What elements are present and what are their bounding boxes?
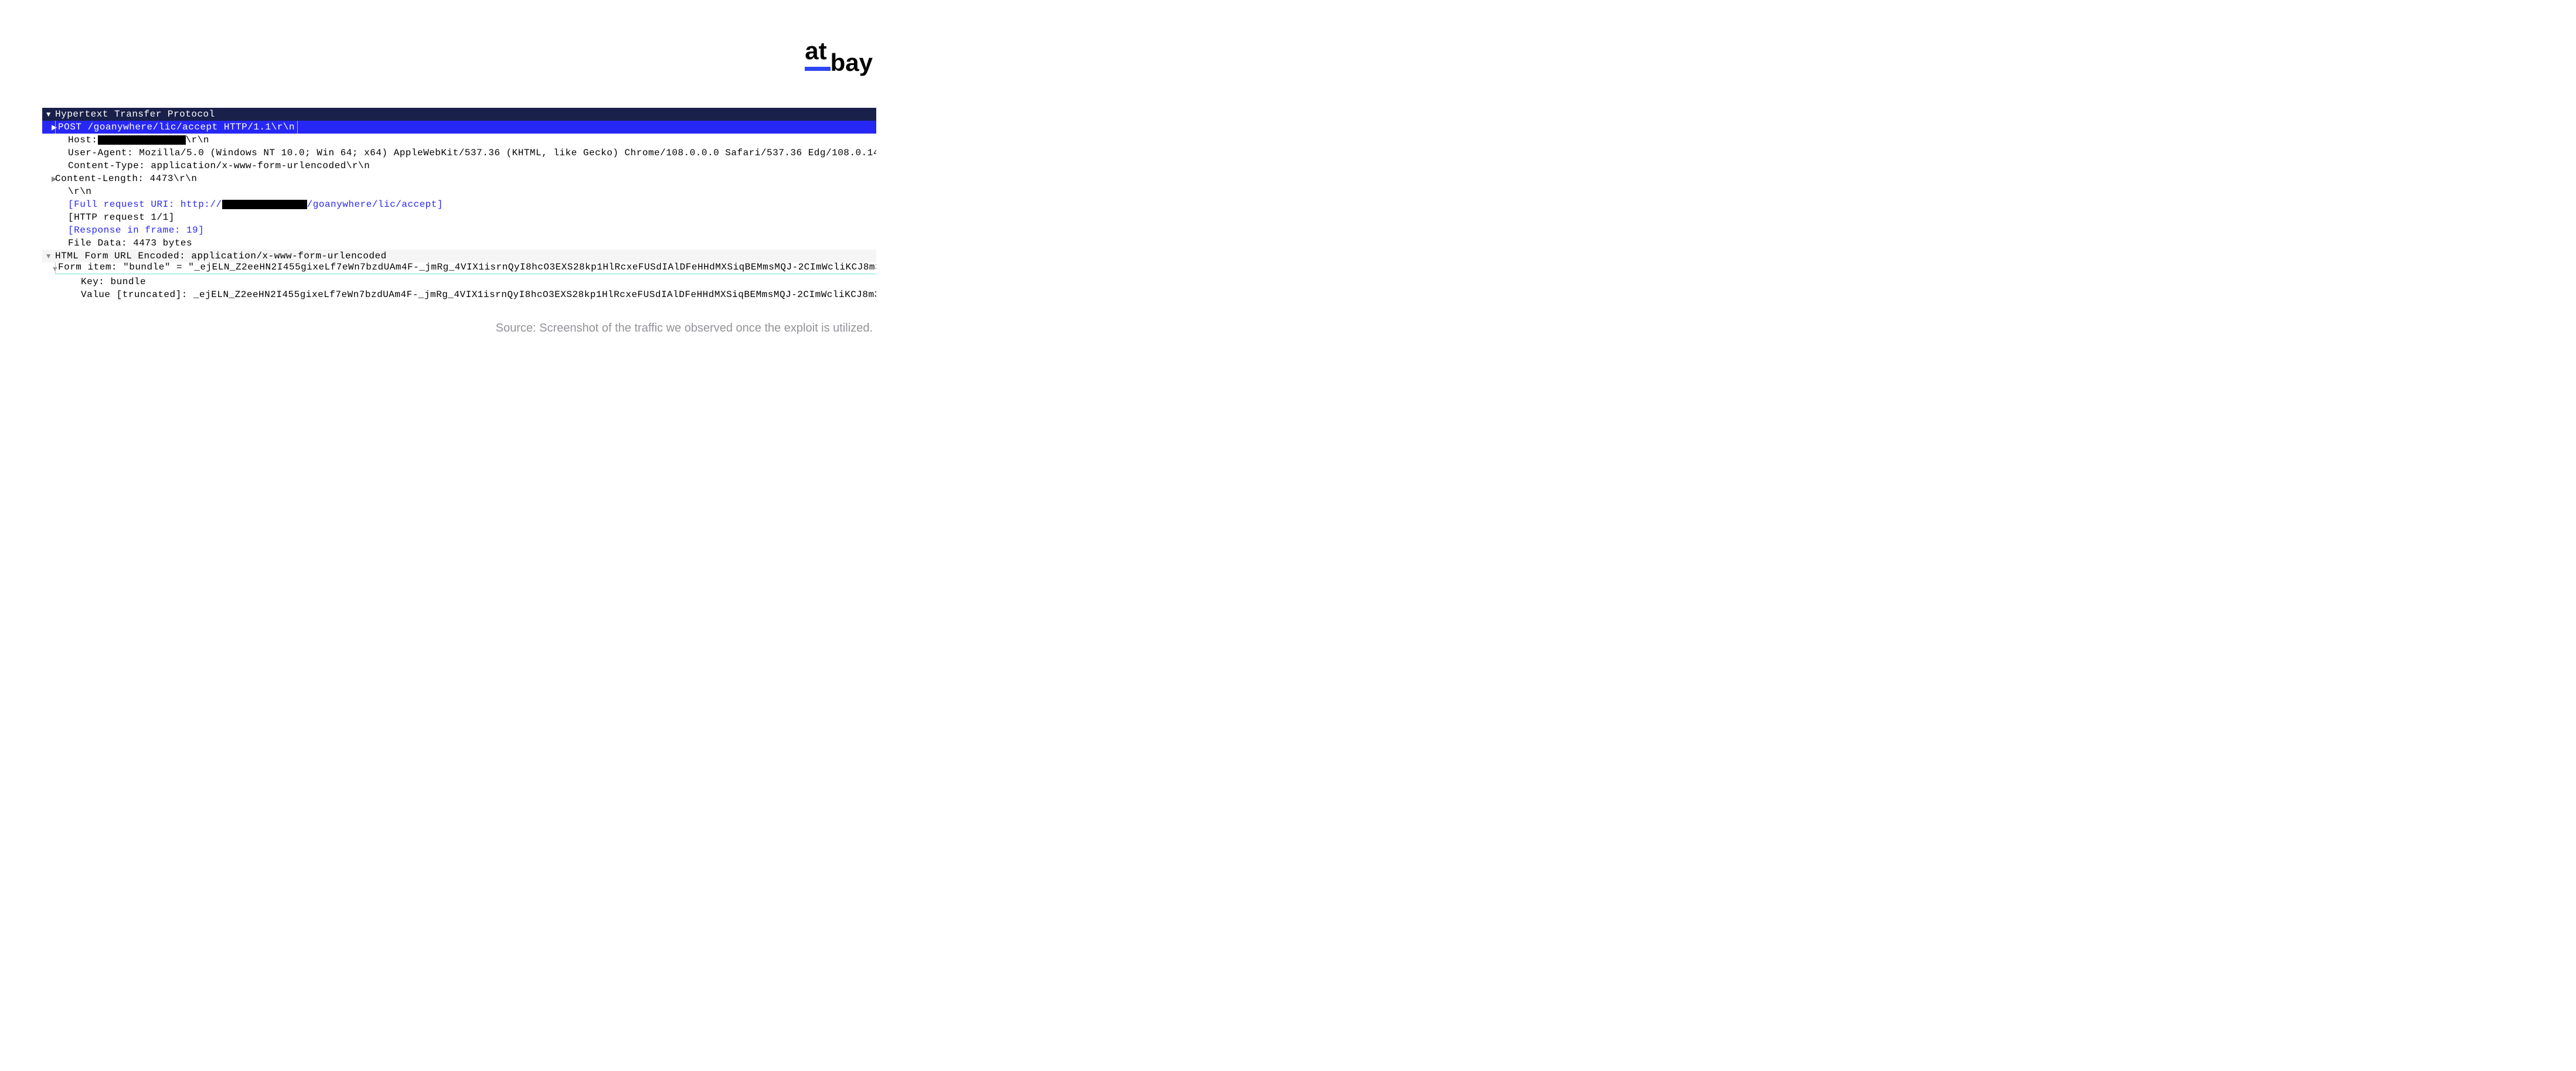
full-uri-prefix: [Full request URI: http:// — [68, 199, 222, 210]
content-length-text: Content-Length: 4473\r\n — [55, 172, 876, 185]
crlf-row[interactable]: \r\n — [42, 185, 876, 198]
user-agent-row[interactable]: User-Agent: Mozilla/5.0 (Windows NT 10.0… — [42, 146, 876, 159]
logo-at: at — [805, 37, 826, 65]
chevron-down-icon: ▼ — [42, 262, 55, 275]
form-header-row[interactable]: ▼ HTML Form URL Encoded: application/x-w… — [42, 250, 876, 262]
protocol-header-row[interactable]: ▼ Hypertext Transfer Protocol — [42, 108, 876, 121]
form-item-text: Form item: "bundle" = "_ejELN_Z2eeHN2I45… — [55, 262, 876, 274]
source-caption: Source: Screenshot of the traffic we obs… — [496, 322, 873, 335]
http-request-row[interactable]: [HTTP request 1/1] — [42, 211, 876, 224]
full-uri-row[interactable]: [Full request URI: http:// /goanywhere/li… — [42, 198, 876, 211]
wireshark-packet-details: ▼ Hypertext Transfer Protocol ▶ POST /go… — [42, 108, 876, 301]
user-agent-text: User-Agent: Mozilla/5.0 (Windows NT 10.0… — [42, 146, 876, 159]
request-line-row[interactable]: ▶ POST /goanywhere/lic/accept HTTP/1.1\r… — [42, 121, 876, 134]
content-length-row[interactable]: ▶ Content-Length: 4473\r\n — [42, 172, 876, 185]
form-item-row[interactable]: ▼ Form item: "bundle" = "_ejELN_Z2eeHN2I… — [42, 262, 876, 275]
atbay-logo: atbay — [805, 37, 873, 65]
http-request-text: [HTTP request 1/1] — [42, 211, 876, 224]
response-frame-row[interactable]: [Response in frame: 19] — [42, 224, 876, 237]
uri-host-redacted — [222, 200, 307, 209]
host-trail: \r\n — [186, 135, 209, 145]
form-key-row[interactable]: Key: bundle — [42, 275, 876, 288]
host-label: Host: — [68, 135, 98, 145]
logo-bay: bay — [831, 49, 873, 77]
file-data-text: File Data: 4473 bytes — [42, 237, 876, 250]
file-data-row[interactable]: File Data: 4473 bytes — [42, 237, 876, 250]
chevron-down-icon: ▼ — [42, 108, 55, 121]
form-key-text: Key: bundle — [42, 275, 876, 288]
protocol-header-label: Hypertext Transfer Protocol — [55, 108, 876, 121]
crlf-text: \r\n — [42, 185, 876, 198]
chevron-right-icon: ▶ — [42, 172, 55, 185]
content-type-text: Content-Type: application/x-www-form-url… — [42, 159, 876, 172]
form-value-text: Value [truncated]: _ejELN_Z2eeHN2I455gix… — [42, 288, 876, 301]
host-row[interactable]: Host: \r\n — [42, 134, 876, 146]
content-type-row[interactable]: Content-Type: application/x-www-form-url… — [42, 159, 876, 172]
form-header-text: HTML Form URL Encoded: application/x-www… — [55, 250, 876, 262]
form-value-row[interactable]: Value [truncated]: _ejELN_Z2eeHN2I455gix… — [42, 288, 876, 301]
full-uri-suffix: /goanywhere/lic/accept] — [307, 199, 443, 210]
chevron-down-icon: ▼ — [42, 250, 55, 262]
host-redacted — [98, 135, 186, 145]
response-frame-text: [Response in frame: 19] — [42, 224, 876, 237]
chevron-right-icon: ▶ — [42, 121, 55, 134]
request-line-text: POST /goanywhere/lic/accept HTTP/1.1\r\n — [55, 121, 298, 134]
